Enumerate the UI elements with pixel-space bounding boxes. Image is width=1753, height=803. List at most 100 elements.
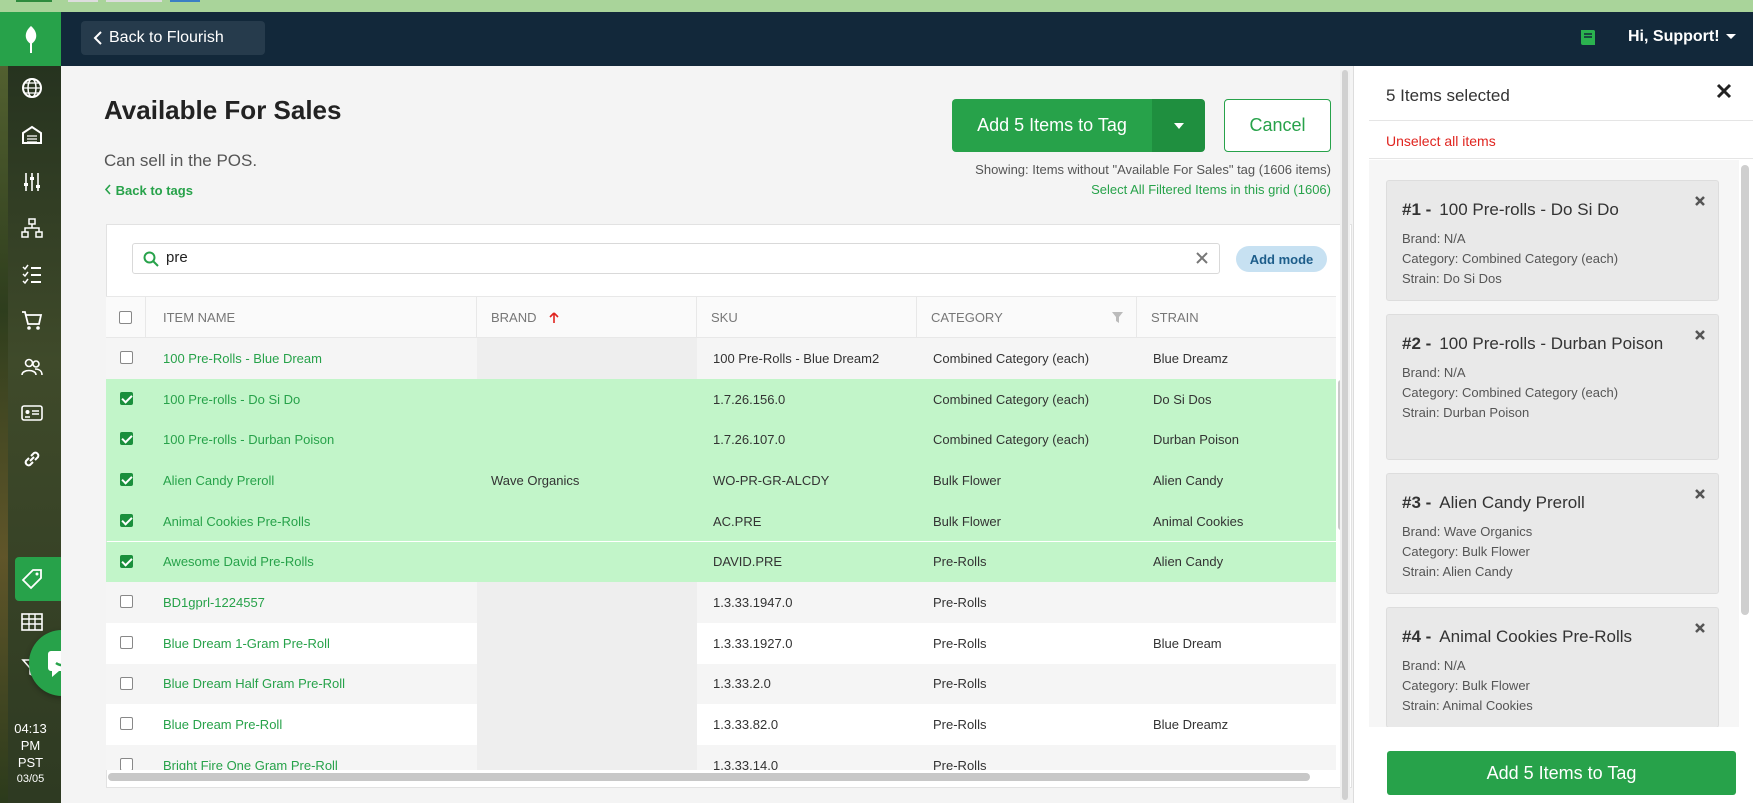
close-icon[interactable]	[1715, 82, 1733, 100]
column-header-item-name[interactable]: ITEM NAME	[146, 297, 477, 338]
back-to-flourish-button[interactable]: Back to Flourish	[81, 21, 265, 55]
column-header-strain[interactable]: STRAIN	[1137, 297, 1336, 338]
page-scrollbar[interactable]	[1340, 70, 1350, 800]
globe-icon[interactable]	[20, 76, 44, 100]
table-icon[interactable]	[20, 610, 44, 634]
cell-strain: Blue Dream	[1153, 635, 1222, 651]
header-select-all-cell	[106, 297, 146, 338]
cell-item-name[interactable]: 100 Pre-Rolls - Blue Dream	[163, 338, 322, 379]
remove-item-icon[interactable]	[1694, 195, 1706, 207]
table-row[interactable]: Blue Dream 1-Gram Pre-Roll 1.3.33.1927.0…	[106, 622, 1336, 664]
cell-item-name[interactable]: Blue Dream Half Gram Pre-Roll	[163, 664, 345, 705]
cell-item-name[interactable]: Blue Dream 1-Gram Pre-Roll	[163, 623, 330, 664]
cell-category: Pre-Rolls	[933, 717, 987, 733]
cell-brand	[477, 663, 697, 705]
remove-item-icon[interactable]	[1694, 488, 1706, 500]
cell-strain: Do Si Dos	[1153, 391, 1212, 407]
row-checkbox[interactable]	[120, 676, 133, 690]
cell-item-name[interactable]: Alien Candy Preroll	[163, 460, 274, 501]
selected-item-brand: Brand: N/A	[1402, 231, 1466, 246]
cell-sku: 100 Pre-Rolls - Blue Dream2	[713, 350, 880, 366]
org-chart-icon[interactable]	[20, 216, 44, 240]
row-checkbox[interactable]	[120, 473, 133, 487]
cell-brand: Wave Organics	[491, 472, 580, 488]
sliders-icon[interactable]	[20, 170, 44, 194]
select-all-checkbox[interactable]	[119, 311, 132, 324]
selected-item-strain: Strain: Durban Poison	[1402, 405, 1530, 420]
flourish-logo[interactable]	[0, 12, 61, 66]
users-icon[interactable]	[20, 355, 44, 379]
cell-strain: Alien Candy	[1153, 554, 1224, 570]
cell-item-name[interactable]: 100 Pre-rolls - Durban Poison	[163, 419, 334, 460]
add-mode-toggle[interactable]: Add mode	[1236, 246, 1327, 272]
table-row[interactable]: Awesome David Pre-Rolls DAVID.PRE Pre-Ro…	[106, 541, 1336, 583]
table-row[interactable]: BD1gprl-1224557 1.3.33.1947.0 Pre-Rolls	[106, 582, 1336, 623]
search-input[interactable]	[166, 249, 1156, 266]
cell-item-name[interactable]: Animal Cookies Pre-Rolls	[163, 501, 310, 542]
remove-item-icon[interactable]	[1694, 622, 1706, 634]
cell-sku: 1.3.33.82.0	[713, 717, 779, 733]
table-row[interactable]: Blue Dream Pre-Roll 1.3.33.82.0 Pre-Roll…	[106, 704, 1336, 745]
row-checkbox[interactable]	[120, 351, 133, 364]
cell-strain: Blue Dreamz	[1153, 717, 1229, 733]
checklist-icon[interactable]	[20, 262, 44, 286]
column-header-category[interactable]: CATEGORY	[917, 297, 1137, 338]
selection-panel-scrollbar[interactable]	[1741, 165, 1749, 615]
id-card-icon[interactable]	[20, 401, 44, 425]
remove-item-icon[interactable]	[1694, 329, 1706, 341]
cell-category: Combined Category (each)	[933, 391, 1090, 407]
row-checkbox[interactable]	[120, 432, 133, 446]
cell-item-name[interactable]: Bright Fire One Gram Pre-Roll	[163, 745, 338, 770]
back-to-tags-link[interactable]: Back to tags	[104, 183, 193, 198]
add-options-dropdown-button[interactable]	[1152, 99, 1205, 152]
cart-icon[interactable]	[20, 308, 44, 332]
row-checkbox[interactable]	[120, 513, 133, 527]
row-checkbox[interactable]	[120, 717, 133, 731]
search-box[interactable]	[132, 243, 1220, 274]
select-all-filtered-link[interactable]: Select All Filtered Items in this grid (…	[1091, 182, 1331, 197]
cell-item-name[interactable]: Awesome David Pre-Rolls	[163, 542, 314, 583]
table-row[interactable]: 100 Pre-Rolls - Blue Dream 100 Pre-Rolls…	[106, 338, 1336, 379]
table-row[interactable]: Animal Cookies Pre-Rolls AC.PRE Bulk Flo…	[106, 500, 1336, 542]
clock-tz: PST	[17, 755, 44, 770]
os-chip	[170, 0, 200, 2]
cell-item-name[interactable]: BD1gprl-1224557	[163, 582, 265, 623]
selected-items-list: #1 -100 Pre-rolls - Do Si Do Brand: N/A …	[1369, 160, 1739, 727]
row-checkbox[interactable]	[120, 391, 133, 405]
row-checkbox[interactable]	[120, 758, 133, 770]
page-scrollbar-thumb[interactable]	[1342, 70, 1348, 800]
divider	[1369, 120, 1753, 121]
cell-sku: 1.7.26.156.0	[713, 391, 786, 407]
selected-item-card: #4 - Animal Cookies Pre-Rolls Brand: N/A …	[1386, 607, 1719, 727]
user-menu[interactable]: Hi, Support!	[1628, 28, 1736, 46]
clear-search-icon[interactable]	[1195, 251, 1209, 265]
clock-ampm: PM	[20, 738, 41, 753]
clock: 04:13 PM PST 03/05	[0, 720, 61, 788]
grid-horizontal-scrollbar[interactable]	[108, 773, 1310, 781]
warehouse-icon[interactable]	[20, 123, 44, 147]
row-checkbox[interactable]	[120, 595, 133, 609]
column-header-brand[interactable]: BRAND	[477, 297, 697, 338]
cell-item-name[interactable]: 100 Pre-rolls - Do Si Do	[163, 379, 300, 420]
table-row[interactable]: Bright Fire One Gram Pre-Roll 1.3.33.14.…	[106, 745, 1336, 770]
add-items-to-tag-bottom-button[interactable]: Add 5 Items to Tag	[1387, 751, 1736, 795]
table-row[interactable]: 100 Pre-rolls - Durban Poison 1.7.26.107…	[106, 419, 1336, 461]
row-checkbox[interactable]	[120, 635, 133, 649]
table-row[interactable]: Blue Dream Half Gram Pre-Roll 1.3.33.2.0…	[106, 663, 1336, 705]
cell-item-name[interactable]: Blue Dream Pre-Roll	[163, 704, 282, 745]
cell-category: Pre-Rolls	[933, 554, 987, 570]
table-row[interactable]: 100 Pre-rolls - Do Si Do 1.7.26.156.0 Co…	[106, 378, 1336, 420]
table-row[interactable]: Alien Candy Preroll Wave Organics WO-PR-…	[106, 460, 1336, 501]
cancel-button[interactable]: Cancel	[1224, 99, 1331, 152]
column-header-sku[interactable]: SKU	[697, 297, 917, 338]
tag-icon[interactable]	[20, 567, 44, 591]
row-checkbox[interactable]	[120, 554, 133, 568]
unselect-all-link[interactable]: Unselect all items	[1386, 133, 1496, 149]
link-icon[interactable]	[20, 447, 44, 471]
cell-sku: AC.PRE	[713, 513, 762, 529]
book-icon[interactable]	[1577, 27, 1599, 49]
cell-brand	[477, 379, 697, 420]
column-filter-icon[interactable]	[1111, 311, 1124, 324]
add-items-to-tag-button[interactable]: Add 5 Items to Tag	[952, 99, 1152, 152]
cell-strain: Alien Candy	[1153, 472, 1224, 488]
